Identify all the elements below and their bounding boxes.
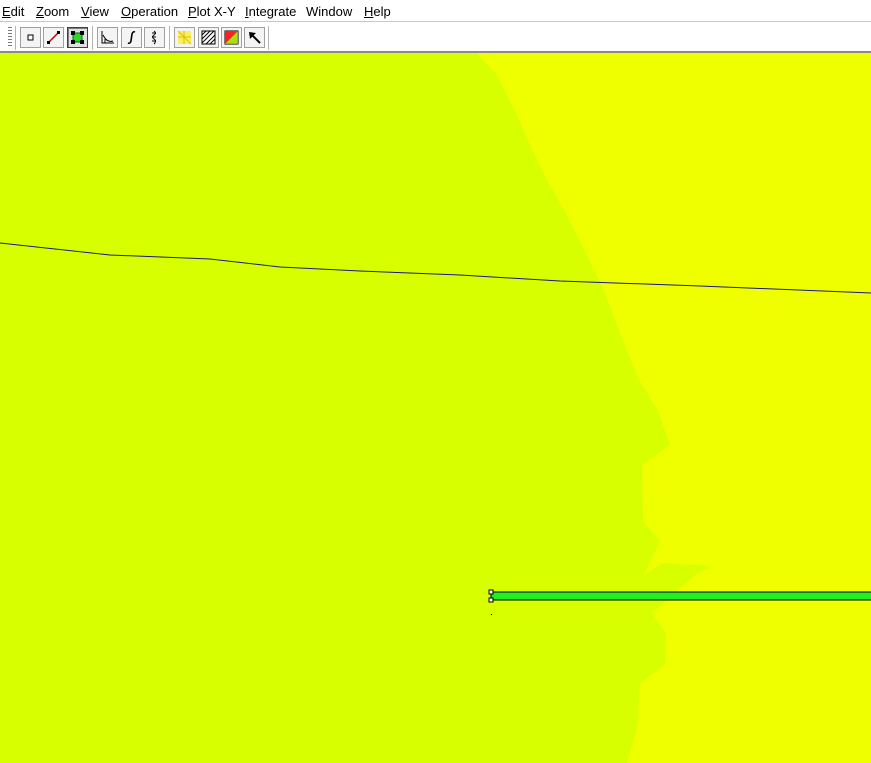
menu-operation[interactable]: Operation (121, 4, 178, 20)
toolbar-separator (268, 26, 269, 50)
menu-window[interactable]: Window (306, 4, 352, 20)
menu-help-rest: elp (373, 4, 391, 19)
node-mode-button[interactable] (20, 27, 41, 48)
menu-edit-rest: dit (10, 4, 25, 19)
block-handle-bottom[interactable] (488, 597, 494, 603)
node-icon (27, 34, 34, 41)
menu-window-label: Window (306, 4, 353, 19)
block-label-icon (71, 31, 84, 44)
integrate-button[interactable] (121, 27, 142, 48)
drawing-canvas[interactable] (0, 53, 871, 763)
plot-xy-button[interactable] (97, 27, 118, 48)
menu-integrate[interactable]: Integrate (245, 4, 296, 20)
menu-operation-rest: peration (131, 4, 179, 19)
hatch-icon (201, 30, 216, 45)
menu-plot-xy[interactable]: Plot X-Y (188, 4, 236, 20)
toolbar-grip[interactable] (8, 27, 12, 47)
hatch-button[interactable] (198, 27, 219, 48)
contour-icon (152, 30, 156, 45)
menu-view[interactable]: View (81, 4, 109, 20)
integrate-icon (127, 30, 136, 45)
block-label-mode-button[interactable] (67, 27, 88, 48)
menu-help[interactable]: Help (364, 4, 391, 20)
menu-zoom[interactable]: Zoom (36, 4, 69, 20)
menu-integrate-rest: ntegrate (248, 4, 297, 19)
block-handle-top[interactable] (488, 589, 494, 595)
segment-mode-button[interactable] (43, 27, 64, 48)
menu-edit[interactable]: Edit (2, 4, 24, 20)
toolbar (0, 22, 871, 53)
toolbar-separator (15, 26, 16, 50)
menu-bar: Edit Zoom View Operation Plot X-Y Integr… (0, 0, 871, 22)
menu-view-rest: iew (89, 4, 109, 19)
canvas-svg (0, 53, 871, 763)
menu-zoom-rest: oom (43, 4, 70, 19)
plot-xy-icon (101, 31, 114, 44)
toolbar-separator (169, 26, 170, 50)
block[interactable] (490, 591, 871, 601)
menu-plot-xy-rest: lot X-Y (196, 4, 236, 19)
mesh-button[interactable] (174, 27, 195, 48)
density-plot-button[interactable] (221, 27, 242, 48)
block-label-marker (491, 614, 492, 615)
contour-button[interactable] (144, 27, 165, 48)
select-arrow-icon (249, 32, 261, 44)
select-arrow-button[interactable] (244, 27, 265, 48)
toolbar-separator (92, 26, 93, 50)
density-plot-icon (224, 30, 239, 45)
mesh-icon (177, 30, 192, 45)
segment-icon (47, 31, 60, 44)
